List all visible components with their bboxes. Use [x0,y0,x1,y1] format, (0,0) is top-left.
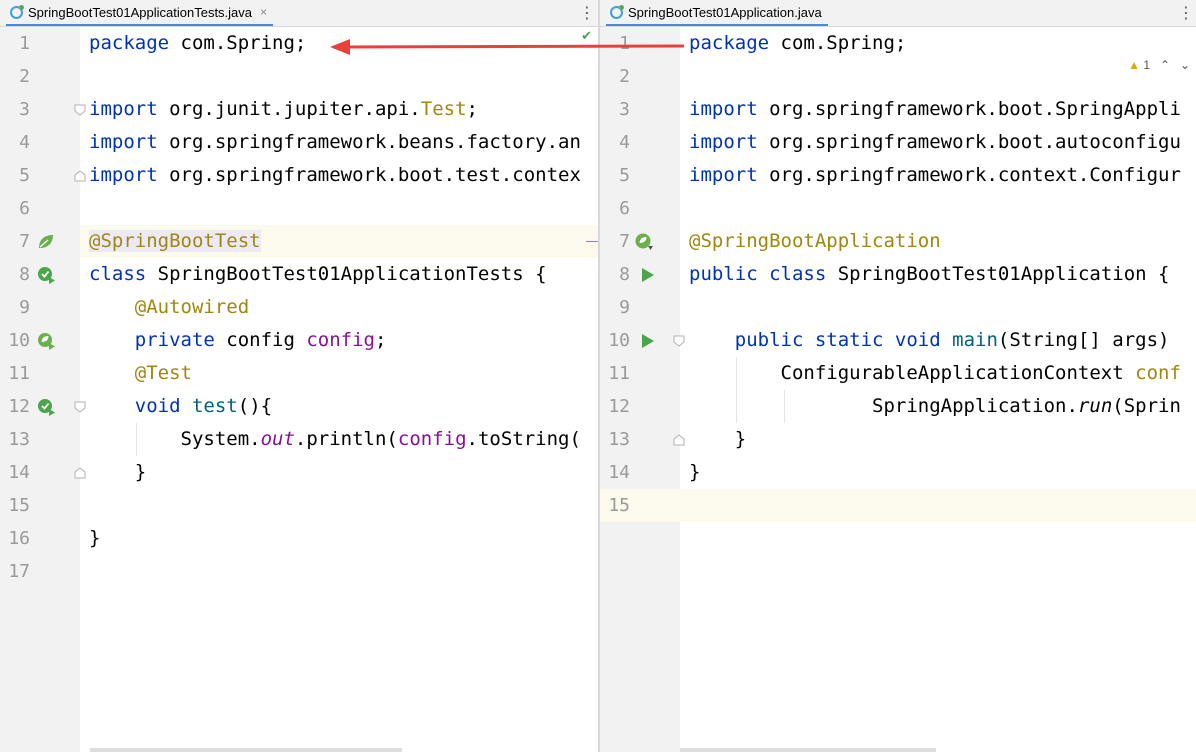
line-number: 9 [19,297,30,318]
spring-bean-icon[interactable] [36,232,56,252]
line-number: 2 [19,66,30,87]
line-number: 14 [8,462,30,483]
code-line: @SpringBootApplication [689,230,941,252]
code-line: } [689,461,701,483]
horizontal-scrollbar[interactable] [90,748,402,752]
line-number: 12 [8,396,30,417]
tab-label: SpringBootTest01Application.java [628,4,822,20]
line-number: 3 [619,99,630,120]
close-tab-icon[interactable]: × [260,5,267,19]
line-number: 4 [619,132,630,153]
spring-boot-app-icon[interactable] [634,232,654,252]
right-tab-bar: SpringBootTest01Application.java ⋮ [600,0,1196,27]
right-code-area[interactable]: package com.Spring; import org.springfra… [680,27,1196,752]
code-line: import org.springframework.boot.test.con… [89,164,581,186]
current-line-highlight [680,489,1196,522]
line-number: 7 [619,231,630,252]
code-line: package com.Spring; [89,32,307,54]
line-number: 11 [608,363,630,384]
line-number: 3 [19,99,30,120]
left-gutter: 1 2 3 4 5 6 7 8 9 10 11 12 13 14 15 16 1… [0,27,86,752]
line-number: 1 [19,33,30,54]
code-line: } [734,428,747,450]
code-line: } [89,527,101,549]
code-line: import org.springframework.context.Confi… [689,164,1181,186]
line-number: 5 [19,165,30,186]
code-line: SpringApplication.run(Sprin [872,395,1181,417]
left-code-area[interactable]: package com.Spring; import org.junit.jup… [80,27,598,752]
line-number: 17 [8,561,30,582]
line-number: 1 [619,33,630,54]
java-class-icon [610,4,624,19]
warning-icon: ▲ [1128,58,1140,72]
code-line: import org.springframework.boot.SpringAp… [689,98,1181,120]
purple-marker [586,241,598,242]
line-number: 2 [619,66,630,87]
line-number: 9 [619,297,630,318]
code-line: private config config; [134,329,387,351]
run-test-icon[interactable] [36,397,56,417]
more-menu-icon[interactable]: ⋮ [579,2,595,24]
warning-indicator[interactable]: ▲ 1 [1128,58,1150,72]
previous-highlight-icon[interactable]: ⌃ [1160,58,1170,72]
run-test-icon[interactable] [36,265,56,285]
code-line: System.out.println(config.toString( [180,428,581,450]
code-line: import org.springframework.boot.autoconf… [689,131,1181,153]
inspection-ok-icon[interactable]: ✔ [581,29,592,44]
code-line: package com.Spring; [689,32,907,54]
line-number: 8 [619,264,630,285]
tab-springboottest01application[interactable]: SpringBootTest01Application.java [606,0,828,26]
line-number: 6 [19,198,30,219]
code-line: @Test [134,362,192,384]
run-icon[interactable] [638,265,658,285]
line-number: 7 [19,231,30,252]
line-number: 14 [608,462,630,483]
line-number: 6 [619,198,630,219]
code-line: import org.junit.jupiter.api.Test; [89,98,478,120]
next-highlight-icon[interactable]: ⌄ [1180,58,1190,72]
current-line-gutter: 15 [600,489,680,522]
line-number: 15 [608,495,630,516]
warning-count: 1 [1143,58,1150,72]
line-number: 16 [8,528,30,549]
code-line: public static void main(String[] args) [734,329,1170,351]
line-number: 4 [19,132,30,153]
right-gutter: 1 2 3 4 5 6 7 8 9 10 11 12 13 14 15 [600,27,685,752]
code-line: class SpringBootTest01ApplicationTests { [89,263,547,285]
code-line: void test(){ [134,395,273,417]
line-number: 12 [608,396,630,417]
autowired-bean-icon[interactable] [36,331,56,351]
code-line: @SpringBootTest [89,230,261,252]
line-number: 10 [608,330,630,351]
line-number: 13 [8,429,30,450]
tab-label: SpringBootTest01ApplicationTests.java [28,4,253,20]
more-menu-icon[interactable]: ⋮ [1178,2,1194,24]
line-number: 11 [8,363,30,384]
horizontal-scrollbar[interactable] [680,748,936,752]
line-number: 15 [8,495,30,516]
left-editor-pane: SpringBootTest01ApplicationTests.java × … [0,0,598,752]
line-number: 8 [19,264,30,285]
tab-springboottest01applicationtests[interactable]: SpringBootTest01ApplicationTests.java × [6,0,274,26]
code-line: public class SpringBootTest01Application… [689,263,1170,285]
code-line: @Autowired [134,296,250,318]
code-line: import org.springframework.beans.factory… [89,131,581,153]
line-number: 10 [8,330,30,351]
code-line: } [134,461,147,483]
line-number: 5 [619,165,630,186]
java-class-icon [10,4,24,19]
line-number: 13 [608,429,630,450]
run-icon[interactable] [638,331,658,351]
right-editor-pane: SpringBootTest01Application.java ⋮ 1 2 3… [600,0,1196,752]
code-line: ConfigurableApplicationContext conf [780,362,1181,384]
left-tab-bar: SpringBootTest01ApplicationTests.java × … [0,0,598,27]
